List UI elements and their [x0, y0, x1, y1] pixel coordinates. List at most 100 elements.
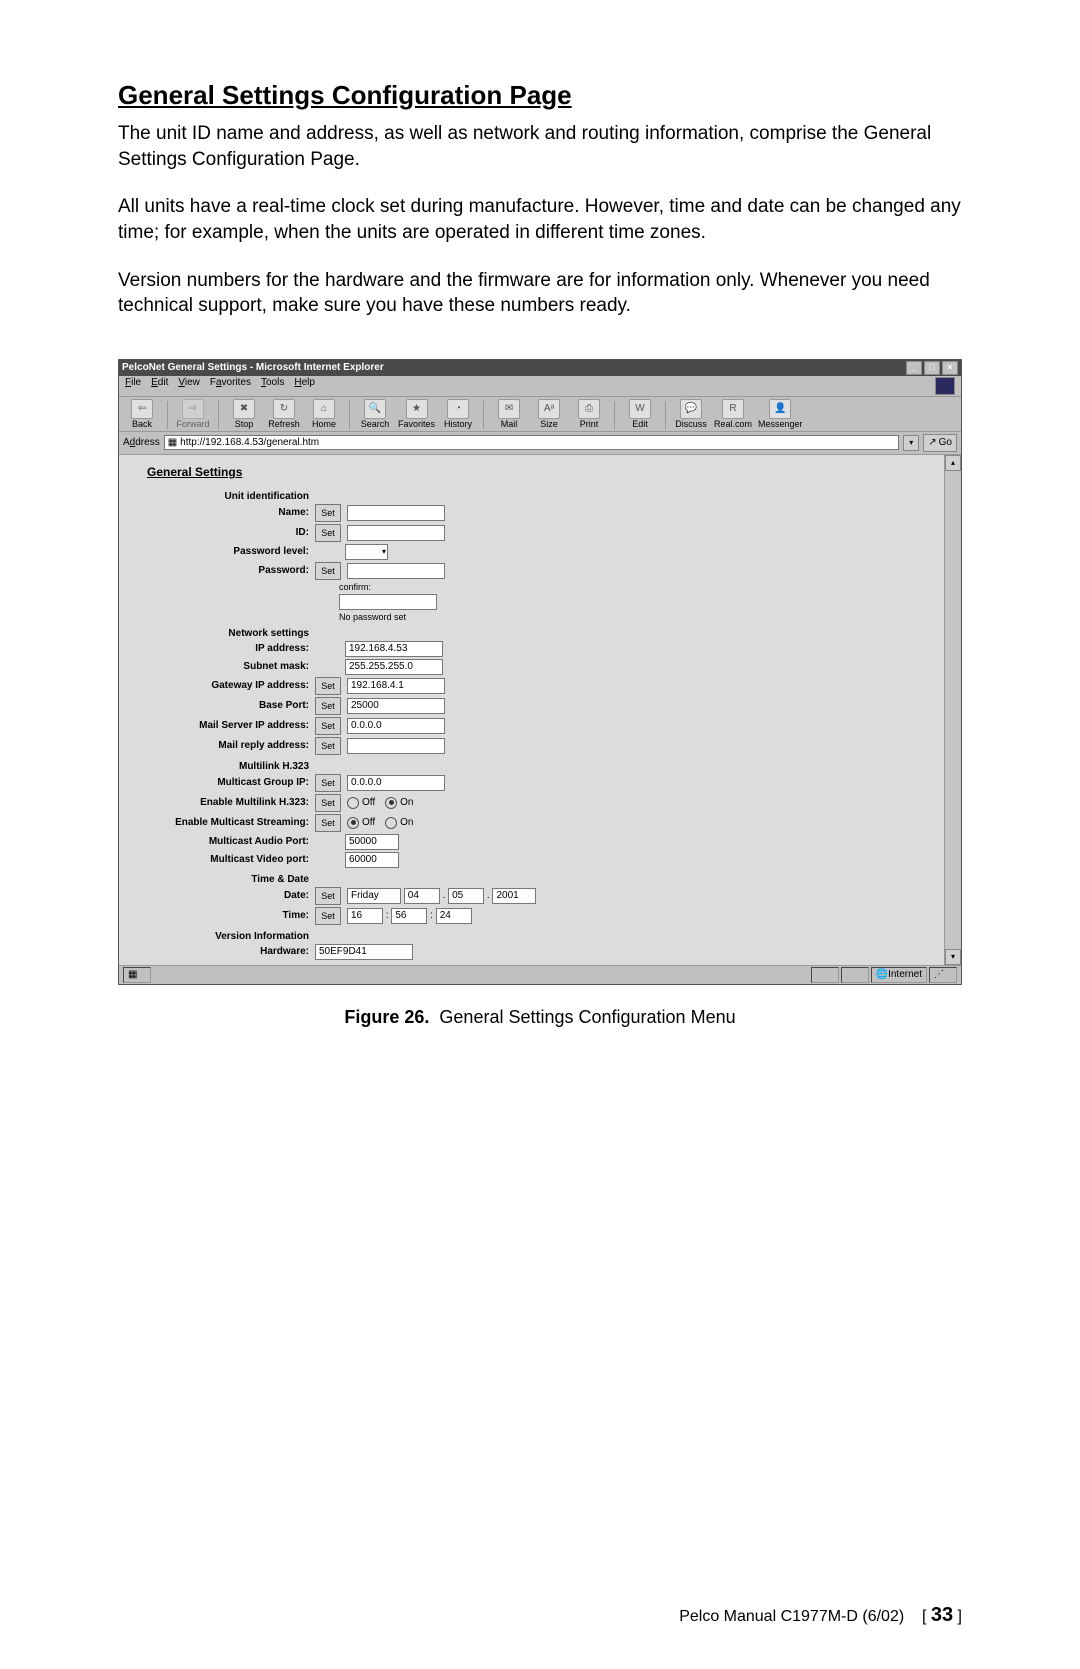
resize-grip-icon: ⋰	[929, 967, 957, 983]
section-multilink: Multilink H.323	[129, 761, 315, 772]
menu-tools[interactable]: Tools	[261, 377, 284, 395]
pw-confirm-input[interactable]	[339, 594, 437, 610]
date-y-input[interactable]: 2001	[492, 888, 536, 904]
address-label: Address	[123, 437, 160, 448]
h323-on-radio[interactable]: On	[385, 797, 413, 809]
set-h323-button[interactable]: Set	[315, 794, 341, 812]
back-button[interactable]: ⇦Back	[125, 399, 159, 429]
label-gateway: Gateway IP address:	[129, 680, 315, 691]
size-button[interactable]: AᵃSize	[532, 399, 566, 429]
page-footer: Pelco Manual C1977M-D (6/02) [ 33 ]	[679, 1604, 962, 1627]
home-button[interactable]: ⌂Home	[307, 399, 341, 429]
section-unit-id: Unit identification	[129, 491, 315, 502]
ie-logo-icon	[935, 377, 955, 395]
label-h323: Enable Multilink H.323:	[129, 797, 315, 808]
h323-off-radio[interactable]: Off	[347, 797, 375, 809]
window-title: PelcoNet General Settings - Microsoft In…	[122, 362, 384, 373]
label-date: Date:	[129, 890, 315, 901]
label-ip: IP address:	[129, 643, 315, 654]
mail-button[interactable]: ✉Mail	[492, 399, 526, 429]
status-bar: ▦ 🌐 Internet ⋰	[119, 965, 961, 984]
name-input[interactable]	[347, 505, 445, 521]
scroll-down-icon[interactable]: ▾	[945, 949, 961, 965]
ip-input[interactable]: 192.168.4.53	[345, 641, 443, 657]
set-mailserver-button[interactable]: Set	[315, 717, 341, 735]
address-dropdown-icon[interactable]: ▾	[903, 435, 919, 451]
history-button[interactable]: ◔History	[441, 399, 475, 429]
set-time-button[interactable]: Set	[315, 907, 341, 925]
date-day-input[interactable]: Friday	[347, 888, 401, 904]
subnet-input[interactable]: 255.255.255.0	[345, 659, 443, 675]
forward-button[interactable]: ⇨Forward	[176, 399, 210, 429]
date-d-input[interactable]: 04	[404, 888, 440, 904]
set-ms-button[interactable]: Set	[315, 814, 341, 832]
discuss-button[interactable]: 💬Discuss	[674, 399, 708, 429]
maudio-input[interactable]: 50000	[345, 834, 399, 850]
paragraph-3: Version numbers for the hardware and the…	[118, 268, 962, 319]
section-timedate: Time & Date	[129, 874, 315, 885]
section-version: Version Information	[129, 931, 315, 942]
status-zone: 🌐 Internet	[871, 967, 927, 983]
mgroup-input[interactable]: 0.0.0.0	[347, 775, 445, 791]
label-mailserver: Mail Server IP address:	[129, 720, 315, 731]
realcom-button[interactable]: RReal.com	[714, 399, 752, 429]
section-heading: General Settings Configuration Page	[118, 80, 962, 111]
set-baseport-button[interactable]: Set	[315, 697, 341, 715]
date-m-input[interactable]: 05	[448, 888, 484, 904]
mailreply-input[interactable]	[347, 738, 445, 754]
id-input[interactable]	[347, 525, 445, 541]
edit-button[interactable]: WEdit	[623, 399, 657, 429]
mvideo-input[interactable]: 60000	[345, 852, 399, 868]
address-bar: Address ▦ http://192.168.4.53/general.ht…	[119, 432, 961, 455]
page-icon: ▦	[168, 437, 177, 448]
ms-off-radio[interactable]: Off	[347, 817, 375, 829]
paragraph-2: All units have a real-time clock set dur…	[118, 194, 962, 245]
search-button[interactable]: 🔍Search	[358, 399, 392, 429]
paragraph-1: The unit ID name and address, as well as…	[118, 121, 962, 172]
toolbar: ⇦Back ⇨Forward ✖Stop ↻Refresh ⌂Home 🔍Sea…	[119, 397, 961, 432]
ms-on-radio[interactable]: On	[385, 817, 413, 829]
minimize-button[interactable]: _	[906, 361, 922, 375]
label-maudio: Multicast Audio Port:	[129, 836, 315, 847]
label-baseport: Base Port:	[129, 700, 315, 711]
pwlevel-select[interactable]: ▾	[345, 544, 388, 560]
time-h-input[interactable]: 16	[347, 908, 383, 924]
maximize-button[interactable]: □	[924, 361, 940, 375]
favorites-button[interactable]: ★Favorites	[398, 399, 435, 429]
menu-file[interactable]: File	[125, 377, 141, 395]
address-input[interactable]: ▦ http://192.168.4.53/general.htm	[164, 435, 900, 450]
set-name-button[interactable]: Set	[315, 504, 341, 522]
gateway-input[interactable]: 192.168.4.1	[347, 678, 445, 694]
close-button[interactable]: ×	[942, 361, 958, 375]
stop-button[interactable]: ✖Stop	[227, 399, 261, 429]
menu-edit[interactable]: Edit	[151, 377, 168, 395]
label-pw: Password:	[129, 565, 315, 576]
mailserver-input[interactable]: 0.0.0.0	[347, 718, 445, 734]
refresh-button[interactable]: ↻Refresh	[267, 399, 301, 429]
menu-bar: File Edit View Favorites Tools Help	[119, 376, 961, 397]
set-date-button[interactable]: Set	[315, 887, 341, 905]
set-id-button[interactable]: Set	[315, 524, 341, 542]
baseport-input[interactable]: 25000	[347, 698, 445, 714]
hw-input: 50EF9D41	[315, 944, 413, 960]
label-pwlevel: Password level:	[129, 546, 315, 557]
label-time: Time:	[129, 910, 315, 921]
time-s-input[interactable]: 24	[436, 908, 472, 924]
set-mailreply-button[interactable]: Set	[315, 737, 341, 755]
menu-view[interactable]: View	[178, 377, 200, 395]
set-pw-button[interactable]: Set	[315, 562, 341, 580]
menu-favorites[interactable]: Favorites	[210, 377, 251, 395]
label-ms: Enable Multicast Streaming:	[129, 817, 315, 828]
menu-help[interactable]: Help	[294, 377, 315, 395]
vertical-scrollbar[interactable]: ▴ ▾	[944, 455, 961, 965]
print-button[interactable]: ⎙Print	[572, 399, 606, 429]
pw-input[interactable]	[347, 563, 445, 579]
set-mgroup-button[interactable]: Set	[315, 774, 341, 792]
label-mgroup: Multicast Group IP:	[129, 777, 315, 788]
time-m-input[interactable]: 56	[391, 908, 427, 924]
scroll-up-icon[interactable]: ▴	[945, 455, 961, 471]
go-button[interactable]: ↗ Go	[923, 434, 957, 452]
set-gateway-button[interactable]: Set	[315, 677, 341, 695]
messenger-button[interactable]: 👤Messenger	[758, 399, 803, 429]
label-mailreply: Mail reply address:	[129, 740, 315, 751]
